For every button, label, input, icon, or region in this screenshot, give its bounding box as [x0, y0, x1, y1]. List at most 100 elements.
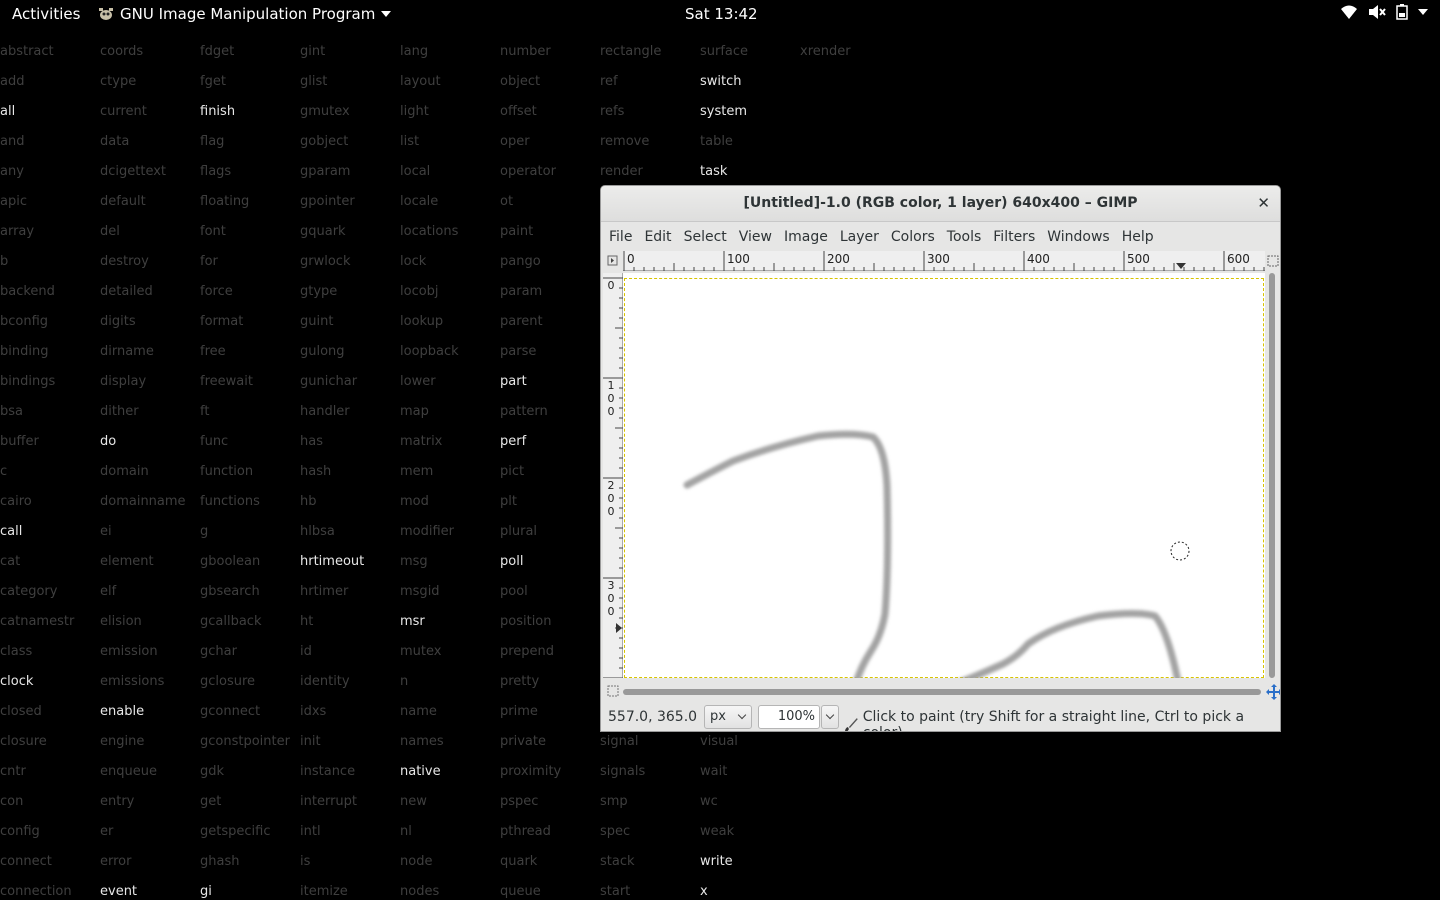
- grid-word: number: [500, 44, 551, 59]
- window-titlebar[interactable]: [Untitled]-1.0 (RGB color, 1 layer) 640x…: [601, 186, 1280, 222]
- grid-word: cat: [0, 554, 21, 569]
- grid-word: elf: [100, 584, 117, 599]
- grid-word: hb: [300, 494, 317, 509]
- scrollbar-thumb[interactable]: [1269, 273, 1275, 678]
- grid-word: render: [600, 164, 643, 179]
- menu-tools[interactable]: Tools: [941, 225, 988, 249]
- grid-word: instance: [300, 764, 356, 779]
- grid-word: smp: [600, 794, 628, 809]
- grid-word: native: [400, 764, 441, 779]
- horizontal-scrollbar[interactable]: [623, 687, 1265, 697]
- grid-word: destroy: [100, 254, 149, 269]
- menu-file[interactable]: File: [603, 225, 638, 249]
- grid-word: finish: [200, 104, 236, 119]
- grid-word: paint: [500, 224, 534, 239]
- ruler-label: 400: [1027, 252, 1050, 266]
- grid-word: binding: [0, 344, 49, 359]
- grid-word: event: [100, 884, 138, 899]
- menu-windows[interactable]: Windows: [1041, 225, 1116, 249]
- grid-word: x: [700, 884, 708, 899]
- menu-select[interactable]: Select: [678, 225, 733, 249]
- zoom-input[interactable]: 100%: [758, 705, 820, 729]
- scrollbar-thumb[interactable]: [623, 689, 1261, 695]
- image-canvas[interactable]: [623, 273, 1265, 678]
- menubar: File Edit Select View Image Layer Colors…: [601, 222, 1280, 251]
- menu-colors[interactable]: Colors: [885, 225, 941, 249]
- activities-button[interactable]: Activities: [12, 5, 80, 23]
- unit-select[interactable]: px: [704, 705, 752, 729]
- grid-word: b: [0, 254, 9, 269]
- grid-word: matrix: [400, 434, 443, 449]
- grid-word: part: [500, 374, 527, 389]
- grid-word: modifier: [400, 524, 455, 539]
- app-menu[interactable]: GNU Image Manipulation Program: [98, 5, 392, 23]
- grid-word: free: [200, 344, 226, 359]
- grid-word: is: [300, 854, 311, 869]
- grid-word: switch: [700, 74, 742, 89]
- grid-word: elision: [100, 614, 142, 629]
- zoom-to-fit-icon[interactable]: [1265, 251, 1280, 271]
- grid-word: parse: [500, 344, 537, 359]
- ruler-label: 200: [827, 252, 850, 266]
- grid-word: light: [400, 104, 429, 119]
- ruler-corner-menu-icon[interactable]: [603, 251, 623, 271]
- grid-word: msg: [400, 554, 428, 569]
- grid-word: cairo: [0, 494, 32, 509]
- ruler-label: 200: [607, 479, 615, 518]
- menu-image[interactable]: Image: [778, 225, 834, 249]
- grid-word: function: [200, 464, 254, 479]
- grid-word: data: [100, 134, 130, 149]
- grid-word: get: [200, 794, 222, 809]
- grid-word: fdget: [200, 44, 235, 59]
- grid-word: flag: [200, 134, 225, 149]
- grid-word: any: [0, 164, 24, 179]
- menu-filters[interactable]: Filters: [987, 225, 1041, 249]
- grid-word: freewait: [200, 374, 253, 389]
- grid-word: catnamestr: [0, 614, 75, 629]
- grid-word: gbsearch: [200, 584, 260, 599]
- grid-word: ot: [500, 194, 514, 209]
- grid-word: pict: [500, 464, 525, 479]
- grid-word: bsa: [0, 404, 23, 419]
- close-icon[interactable]: ✕: [1257, 194, 1270, 212]
- grid-word: visual: [700, 734, 738, 749]
- grid-word: all: [0, 104, 16, 119]
- grid-word: nl: [400, 824, 412, 839]
- grid-word: loopback: [400, 344, 459, 359]
- unit-value: px: [710, 709, 726, 724]
- menu-layer[interactable]: Layer: [834, 225, 885, 249]
- volume-muted-icon: [1369, 5, 1386, 19]
- grid-word: identity: [300, 674, 350, 689]
- grid-word: default: [100, 194, 146, 209]
- grid-word: current: [100, 104, 147, 119]
- menu-edit[interactable]: Edit: [638, 225, 677, 249]
- quick-mask-icon[interactable]: [605, 683, 621, 699]
- system-tray[interactable]: [1340, 4, 1428, 20]
- grid-word: ft: [200, 404, 210, 419]
- clock[interactable]: Sat 13:42: [685, 5, 758, 23]
- menu-view[interactable]: View: [733, 225, 778, 249]
- grid-word: mutex: [400, 644, 442, 659]
- grid-word: local: [400, 164, 431, 179]
- vertical-scrollbar[interactable]: [1267, 273, 1277, 678]
- grid-word: pspec: [500, 794, 539, 809]
- grid-word: hrtimeout: [300, 554, 365, 569]
- grid-word: quark: [500, 854, 538, 869]
- grid-word: gulong: [300, 344, 345, 359]
- grid-word: call: [0, 524, 23, 539]
- grid-word: perf: [500, 434, 527, 449]
- grid-word: do: [100, 434, 117, 449]
- grid-word: gclosure: [200, 674, 256, 689]
- menu-help[interactable]: Help: [1116, 225, 1160, 249]
- battery-icon: [1396, 4, 1408, 20]
- vertical-ruler[interactable]: 0 100 200 300: [603, 273, 623, 678]
- wifi-icon: [1341, 5, 1357, 19]
- horizontal-ruler[interactable]: 0 100 200 300 400 500 600: [623, 251, 1265, 271]
- navigate-icon[interactable]: [1266, 684, 1280, 700]
- grid-word: mem: [400, 464, 434, 479]
- grid-word: add: [0, 74, 25, 89]
- ruler-label: 300: [607, 579, 615, 618]
- grid-word: msgid: [400, 584, 440, 599]
- ruler-pointer-marker: [1176, 263, 1186, 269]
- zoom-dropdown-button[interactable]: [821, 705, 839, 729]
